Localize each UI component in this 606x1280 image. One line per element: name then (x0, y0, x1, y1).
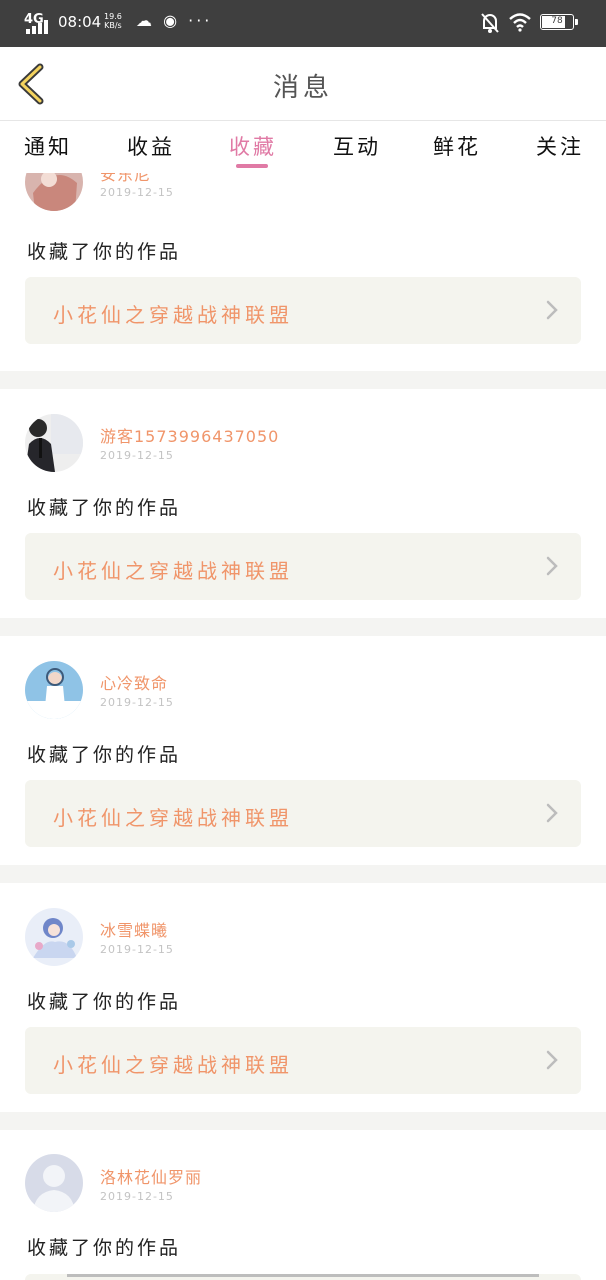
message-text: 收藏了你的作品 (27, 497, 182, 519)
user-name[interactable]: 冰雪蝶曦 (100, 917, 168, 941)
list-item: 游客1573996437050 2019-12-15 收藏了你的作品 小花仙之穿… (0, 399, 606, 601)
message-text: 收藏了你的作品 (27, 744, 182, 766)
tab-favorites[interactable]: 收藏 (229, 131, 277, 161)
status-bar: 4G 08:04 19.6 KB/s ☁ ◉ ··· 78 (0, 0, 606, 47)
divider (0, 865, 606, 883)
divider (0, 371, 606, 389)
avatar[interactable] (25, 661, 83, 719)
message-date: 2019-12-15 (100, 696, 174, 709)
user-name[interactable]: 心冷致命 (100, 670, 168, 694)
avatar[interactable] (25, 908, 83, 966)
tab-bar: 通知 收益 收藏 互动 鲜花 关注 (0, 121, 606, 173)
message-text: 收藏了你的作品 (27, 1237, 182, 1259)
tab-earnings[interactable]: 收益 (127, 131, 175, 161)
list-item: 冰雪蝶曦 2019-12-15 收藏了你的作品 小花仙之穿越战神联盟 (0, 893, 606, 1095)
wifi-icon (509, 13, 531, 32)
mute-bell-icon (481, 13, 499, 33)
chevron-right-icon (546, 803, 558, 823)
message-date: 2019-12-15 (100, 943, 174, 956)
tab-following[interactable]: 关注 (536, 131, 584, 161)
avatar[interactable] (25, 414, 83, 472)
message-date: 2019-12-15 (100, 186, 174, 199)
notification-icons: ☁ ◉ ··· (136, 11, 213, 30)
divider (0, 1112, 606, 1130)
message-date: 2019-12-15 (100, 449, 174, 462)
nav-bar: 消息 (0, 47, 606, 121)
message-text: 收藏了你的作品 (27, 241, 182, 263)
tab-interactions[interactable]: 互动 (333, 131, 381, 161)
divider (0, 618, 606, 636)
work-link[interactable]: 小花仙之穿越战神联盟 (25, 277, 581, 344)
chevron-right-icon (546, 1050, 558, 1070)
user-name[interactable]: 游客1573996437050 (100, 423, 279, 447)
network-speed: 19.6 KB/s (104, 12, 122, 30)
clock: 08:04 (58, 13, 102, 31)
list-item: 洛林花仙罗丽 2019-12-15 收藏了你的作品 (0, 1140, 606, 1280)
work-link[interactable]: 小花仙之穿越战神联盟 (25, 533, 581, 600)
loading-bar (67, 1274, 539, 1277)
user-name[interactable]: 安东尼 (100, 173, 151, 185)
work-title: 小花仙之穿越战神联盟 (53, 303, 293, 327)
message-date: 2019-12-15 (100, 1190, 174, 1203)
user-name[interactable]: 洛林花仙罗丽 (100, 1164, 202, 1188)
list-item: 安东尼 2019-12-15 收藏了你的作品 小花仙之穿越战神联盟 (0, 173, 606, 355)
work-link[interactable]: 小花仙之穿越战神联盟 (25, 1027, 581, 1094)
list-item: 心冷致命 2019-12-15 收藏了你的作品 小花仙之穿越战神联盟 (0, 646, 606, 848)
message-list: 安东尼 2019-12-15 收藏了你的作品 小花仙之穿越战神联盟 游客1573… (0, 173, 606, 1280)
chevron-right-icon (546, 556, 558, 576)
tab-notifications[interactable]: 通知 (24, 131, 72, 161)
signal-icon (26, 20, 52, 34)
work-title: 小花仙之穿越战神联盟 (53, 559, 293, 583)
battery-icon: 78 (540, 14, 578, 30)
page-title: 消息 (272, 73, 333, 103)
active-tab-indicator (236, 164, 268, 168)
battery-level: 78 (551, 16, 563, 26)
avatar[interactable] (25, 173, 83, 211)
tab-flowers[interactable]: 鲜花 (433, 131, 481, 161)
work-title: 小花仙之穿越战神联盟 (53, 1053, 293, 1077)
chevron-right-icon (546, 300, 558, 320)
work-link[interactable] (25, 1274, 581, 1280)
work-title: 小花仙之穿越战神联盟 (53, 806, 293, 830)
work-link[interactable]: 小花仙之穿越战神联盟 (25, 780, 581, 847)
avatar[interactable] (25, 1154, 83, 1212)
message-text: 收藏了你的作品 (27, 991, 182, 1013)
